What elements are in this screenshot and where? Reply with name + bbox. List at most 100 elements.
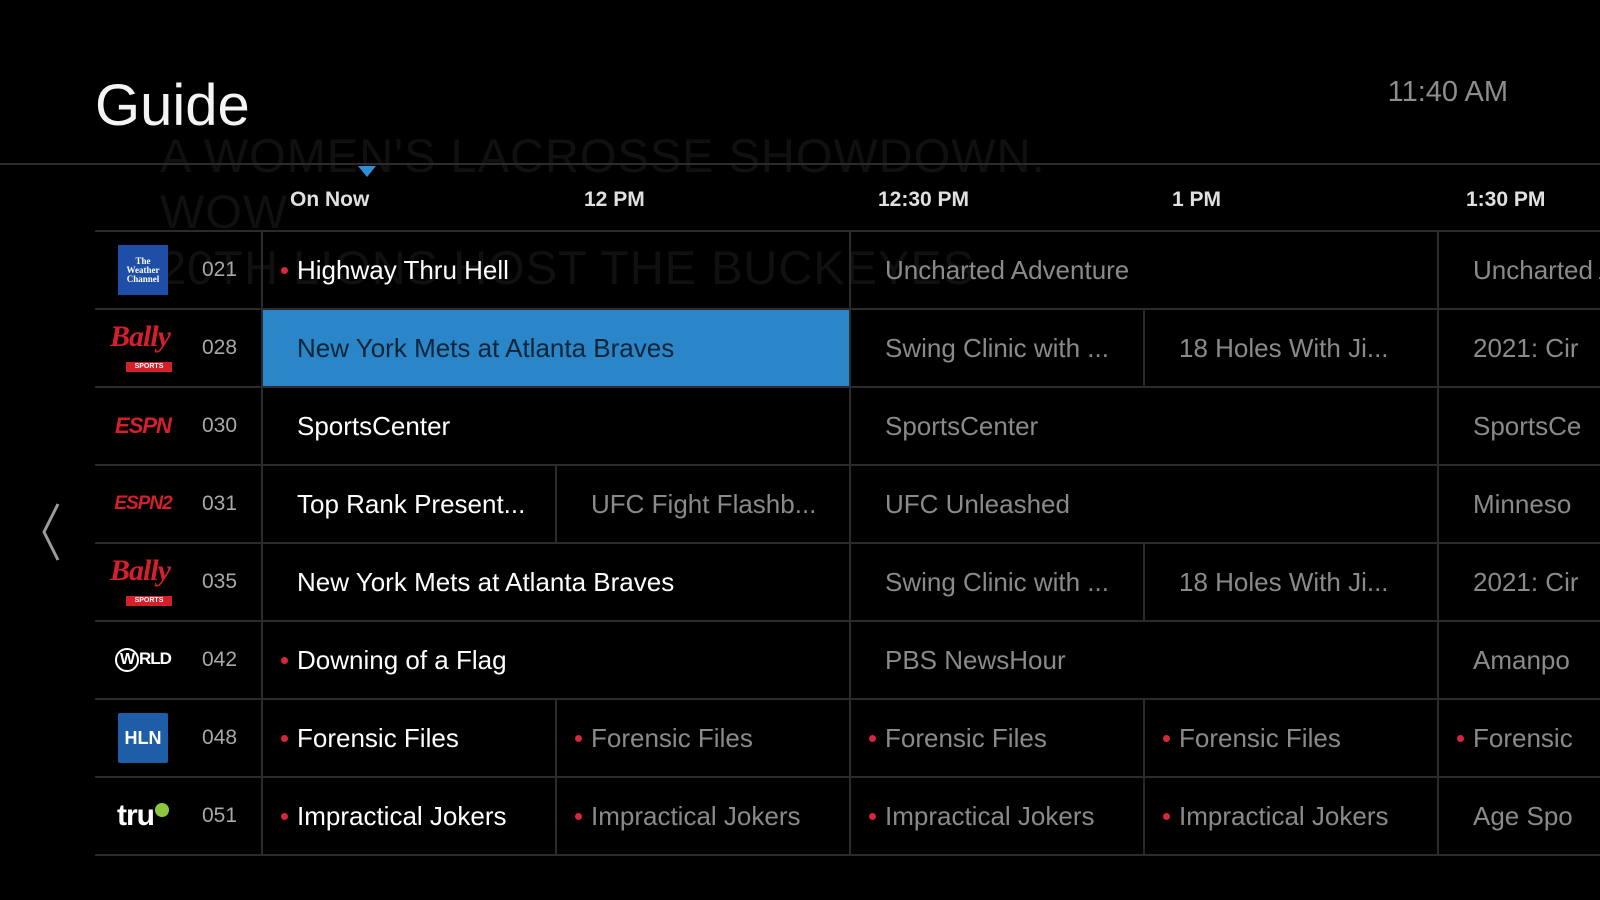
program-cell[interactable]: 2021: Cir [1437,544,1600,620]
program-title: Downing of a Flag [297,644,507,675]
program-cells: Downing of a Flag PBS NewsHour Amanpo [261,622,1600,698]
live-dot-icon [1457,734,1464,742]
channel-number: 048 [202,726,238,749]
live-dot-icon [869,812,876,820]
channel-row: ESPN 030 SportsCenter SportsCenter SportsCe [95,388,1600,466]
logo-text: Bally [110,554,171,587]
live-dot-icon [281,656,288,664]
program-cell[interactable]: Swing Clinic with ... [849,544,1143,620]
channel-number: 042 [202,648,238,671]
program-cell[interactable]: 18 Holes With Ji... [1143,310,1437,386]
program-title: Swing Clinic with ... [885,332,1109,363]
espn-logo-icon: ESPN [95,388,191,464]
program-cell[interactable]: Highway Thru Hell [261,232,849,308]
program-cell[interactable]: Impractical Jokers [849,778,1143,854]
live-dot-icon [575,734,582,742]
program-cell[interactable]: Forensic Files [555,700,849,776]
program-cells: Impractical Jokers Impractical Jokers Impr… [261,778,1600,854]
channel-number: 051 [202,804,238,827]
espn2-logo-icon: ESPN2 [95,466,191,542]
program-cells: New York Mets at Atlanta Braves Swing Cli… [261,544,1600,620]
program-cell[interactable]: PBS NewsHour [849,622,1437,698]
program-cell[interactable]: Forensic Files [261,700,555,776]
program-cell[interactable]: SportsCe [1437,388,1600,464]
timeline-label-1230pm: 12:30 PM [878,188,970,211]
logo-text: W [115,648,140,672]
guide-screen: A WOMEN'S LACROSSE SHOWDOWN. WOW 20TH LI… [0,0,1600,900]
program-cells: New York Mets at Atlanta Braves Swing Cli… [261,310,1600,386]
program-title: UFC Unleashed [885,488,1070,519]
program-title: UFC Fight Flashb... [591,488,817,519]
program-cell[interactable]: Impractical Jokers [555,778,849,854]
channel-row: ESPN2 031 Top Rank Present... UFC Fight Fla… [95,466,1600,544]
program-cell-selected[interactable]: New York Mets at Atlanta Braves [261,310,849,386]
live-dot-icon [1163,734,1170,742]
channel-number: 031 [202,492,238,515]
live-dot-icon [281,812,288,820]
live-dot-icon [281,266,288,274]
live-dot-icon [575,812,582,820]
program-cell[interactable]: New York Mets at Atlanta Braves [261,544,849,620]
program-cell[interactable]: Uncharted Adventure [849,232,1437,308]
program-cell[interactable]: Impractical Jokers [261,778,555,854]
channel-grid: The Weather Channel 021 Highway Thru Hell Unc… [95,232,1600,856]
program-cell[interactable]: Swing Clinic with ... [849,310,1143,386]
now-marker-icon [358,166,376,177]
program-title: Impractical Jokers [297,800,507,831]
program-cells: SportsCenter SportsCenter SportsCe [261,388,1600,464]
program-cell[interactable]: Age Spo [1437,778,1600,854]
program-cells: Top Rank Present... UFC Fight Flashb... UF… [261,466,1600,542]
program-cell[interactable]: Forensic Files [1143,700,1437,776]
program-cell[interactable]: 18 Holes With Ji... [1143,544,1437,620]
program-cell[interactable]: UFC Fight Flashb... [555,466,849,542]
program-title: SportsCenter [297,410,451,441]
program-title: New York Mets at Atlanta Braves [297,332,675,363]
live-dot-icon [869,734,876,742]
program-cell[interactable]: Downing of a Flag [261,622,849,698]
logo-text: SPORTS [126,596,172,606]
channel-row: Bally SPORTS 028 New York Mets at Atlanta B… [95,310,1600,388]
program-title: Age Spo [1473,800,1573,831]
channel-row: W RLD 042 Downing of a Flag PBS NewsHour Aman… [95,622,1600,700]
program-cell[interactable]: Uncharted Adventure [1437,232,1600,308]
channel-row: tru 051 Impractical Jokers Impractical Joke… [95,778,1600,856]
program-title: Forensic Files [885,722,1047,753]
program-cell[interactable]: SportsCenter [849,388,1437,464]
program-title: SportsCe [1473,410,1582,441]
timeline-label-on-now: On Now [290,188,370,211]
clock: 11:40 AM [1387,76,1508,108]
program-title: Impractical Jokers [591,800,801,831]
trutv-logo-icon: tru [95,778,191,854]
program-cells: Forensic Files Forensic Files Forensic Fil… [261,700,1600,776]
program-cell[interactable]: Forensic Files [849,700,1143,776]
program-cell[interactable]: Amanpo [1437,622,1600,698]
channel-number: 021 [202,258,238,281]
program-title: Minneso [1473,488,1572,519]
logo-text: Channel [126,273,160,284]
program-title: Uncharted Adventure [1473,254,1600,285]
channel-number: 030 [202,414,238,437]
program-title: Impractical Jokers [885,800,1095,831]
chevron-left-icon[interactable] [36,500,66,564]
logo-text: RLD [139,649,172,668]
channel-row: Bally SPORTS 035 New York Mets at Atlanta B… [95,544,1600,622]
logo-text: ESPN [115,413,172,438]
program-cell[interactable]: SportsCenter [261,388,849,464]
program-cell[interactable]: Forensic [1437,700,1600,776]
program-title: Forensic Files [297,722,459,753]
program-cell[interactable]: Minneso [1437,466,1600,542]
program-title: Forensic Files [1179,722,1341,753]
logo-text: ESPN2 [114,493,172,514]
timeline-label-1pm: 1 PM [1172,188,1222,211]
program-title: Top Rank Present... [297,488,526,519]
channel-number: 028 [202,336,238,359]
program-title: Forensic Files [591,722,753,753]
channel-number: 035 [202,570,238,593]
weather-channel-logo-icon: The Weather Channel [95,232,191,308]
program-cells: Highway Thru Hell Uncharted Adventure Unch… [261,232,1600,308]
program-cell[interactable]: Top Rank Present... [261,466,555,542]
program-title: PBS NewsHour [885,644,1066,675]
program-cell[interactable]: 2021: Cir [1437,310,1600,386]
program-cell[interactable]: Impractical Jokers [1143,778,1437,854]
program-cell[interactable]: UFC Unleashed [849,466,1437,542]
